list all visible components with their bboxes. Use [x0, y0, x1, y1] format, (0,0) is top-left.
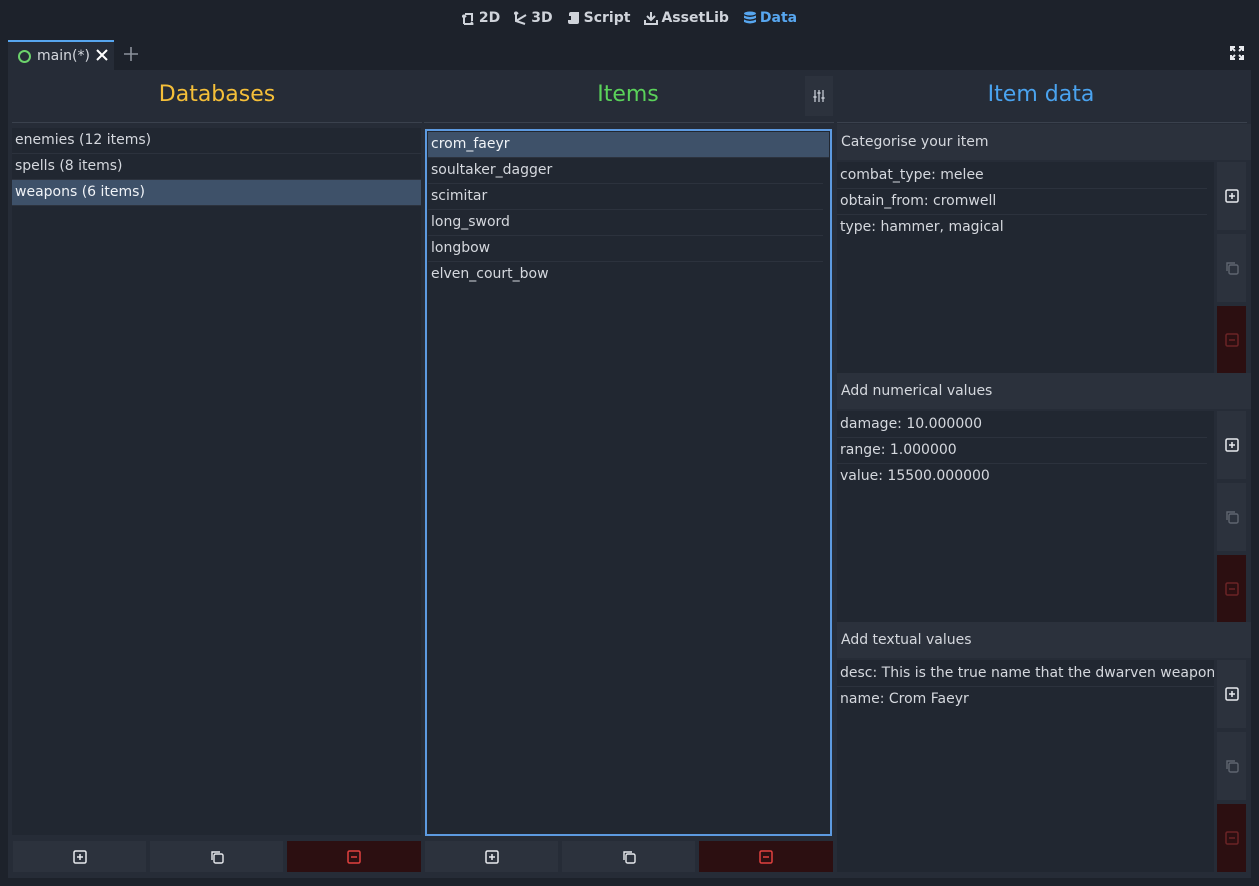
add-item-button[interactable] [425, 841, 558, 872]
sliders-icon [813, 90, 825, 102]
database-item-weapons[interactable]: weapons (6 items) [12, 180, 421, 206]
item-elven-court-bow[interactable]: elven_court_bow [428, 262, 823, 287]
remove-category-button[interactable] [1217, 306, 1246, 374]
duplicate-icon [1225, 262, 1239, 275]
database-item-enemies[interactable]: enemies (12 items) [12, 128, 421, 154]
duplicate-category-button[interactable] [1217, 234, 1246, 302]
fullscreen-icon[interactable] [1230, 46, 1244, 60]
remove-icon [1224, 333, 1239, 347]
databases-title: Databases [158, 82, 276, 107]
category-item[interactable]: combat_type: melee [837, 163, 1207, 189]
database-icon [743, 11, 756, 24]
remove-database-button[interactable] [287, 841, 421, 872]
textual-label: Add textual values [837, 622, 1251, 658]
scene-tab-main[interactable]: main(*) [8, 40, 114, 70]
remove-numerical-button[interactable] [1217, 555, 1246, 623]
items-settings-button[interactable] [805, 76, 833, 116]
duplicate-icon [1225, 511, 1239, 524]
add-icon [72, 849, 87, 864]
add-numerical-button[interactable] [1217, 411, 1246, 479]
remove-icon [759, 849, 773, 864]
items-list: crom_faeyr soultaker_dagger scimitar lon… [425, 129, 832, 836]
close-icon[interactable] [94, 47, 110, 63]
item-long-sword[interactable]: long_sword [428, 210, 823, 236]
databases-divider [12, 122, 422, 123]
toolbar-3d-label: 3D [531, 10, 553, 26]
toolbar-3d-button[interactable]: 3D [507, 4, 559, 32]
add-icon [1224, 687, 1239, 701]
scene-tab-label: main(*) [37, 48, 90, 64]
item-soultaker-dagger[interactable]: soultaker_dagger [428, 158, 823, 184]
toolbar-script-label: Script [583, 10, 631, 26]
numerical-label: Add numerical values [837, 373, 1251, 409]
assetlib-icon [644, 12, 659, 25]
duplicate-icon [1225, 760, 1239, 773]
item-data-divider [837, 122, 1247, 123]
duplicate-icon [210, 850, 224, 864]
items-title: Items [597, 82, 659, 107]
toolbar-data-button[interactable]: Data [736, 4, 804, 32]
remove-icon [1224, 831, 1239, 845]
scene-tab-bar: main(*) [0, 38, 1259, 70]
add-icon [1224, 438, 1239, 452]
duplicate-numerical-button[interactable] [1217, 483, 1246, 551]
numerical-list: damage: 10.000000 range: 1.000000 value:… [837, 411, 1214, 623]
database-item-spells[interactable]: spells (8 items) [12, 154, 421, 180]
numerical-item[interactable]: value: 15500.000000 [837, 464, 1207, 489]
item-crom-faeyr[interactable]: crom_faeyr [428, 132, 829, 158]
toolbar-2d-button[interactable]: 2D [455, 4, 507, 32]
toolbar-2d-label: 2D [478, 10, 501, 26]
add-tab-icon[interactable] [122, 45, 140, 63]
category-item[interactable]: type: hammer, magical [837, 215, 1207, 240]
toolbar-assetlib-label: AssetLib [661, 10, 729, 26]
textual-item[interactable]: desc: This is the true name that the dwa… [837, 661, 1214, 687]
category-item[interactable]: obtain_from: cromwell [837, 189, 1207, 215]
items-divider [424, 122, 834, 123]
categorise-label: Categorise your item [837, 124, 1251, 160]
remove-textual-button[interactable] [1217, 804, 1246, 872]
duplicate-item-button[interactable] [562, 841, 695, 872]
script-icon [567, 12, 579, 24]
main-toolbar: 2D 3D Script AssetLib Data [0, 0, 1259, 36]
textual-list: desc: This is the true name that the dwa… [837, 660, 1214, 872]
add-category-button[interactable] [1217, 162, 1246, 230]
add-database-button[interactable] [13, 841, 146, 872]
duplicate-database-button[interactable] [150, 841, 283, 872]
add-icon [484, 849, 499, 864]
remove-item-button[interactable] [699, 841, 833, 872]
add-textual-button[interactable] [1217, 660, 1246, 728]
numerical-item[interactable]: range: 1.000000 [837, 438, 1207, 464]
numerical-item[interactable]: damage: 10.000000 [837, 412, 1207, 438]
toolbar-data-label: Data [759, 10, 798, 26]
item-longbow[interactable]: longbow [428, 236, 823, 262]
2d-icon [461, 13, 474, 25]
database-editor-panel: Databases Items Item data enemies (12 it… [8, 70, 1251, 878]
databases-list: enemies (12 items) spells (8 items) weap… [12, 128, 421, 835]
scene-node-icon [18, 49, 31, 63]
toolbar-script-button[interactable]: Script [560, 4, 638, 32]
duplicate-icon [622, 850, 636, 864]
item-data-title: Item data [987, 82, 1095, 107]
categories-list: combat_type: melee obtain_from: cromwell… [837, 162, 1214, 374]
textual-item[interactable]: name: Crom Faeyr [837, 687, 1207, 712]
remove-icon [1224, 582, 1239, 596]
add-icon [1224, 189, 1239, 203]
remove-icon [347, 849, 361, 864]
3d-icon [514, 11, 527, 25]
toolbar-assetlib-button[interactable]: AssetLib [637, 4, 735, 32]
duplicate-textual-button[interactable] [1217, 732, 1246, 800]
item-scimitar[interactable]: scimitar [428, 184, 823, 210]
